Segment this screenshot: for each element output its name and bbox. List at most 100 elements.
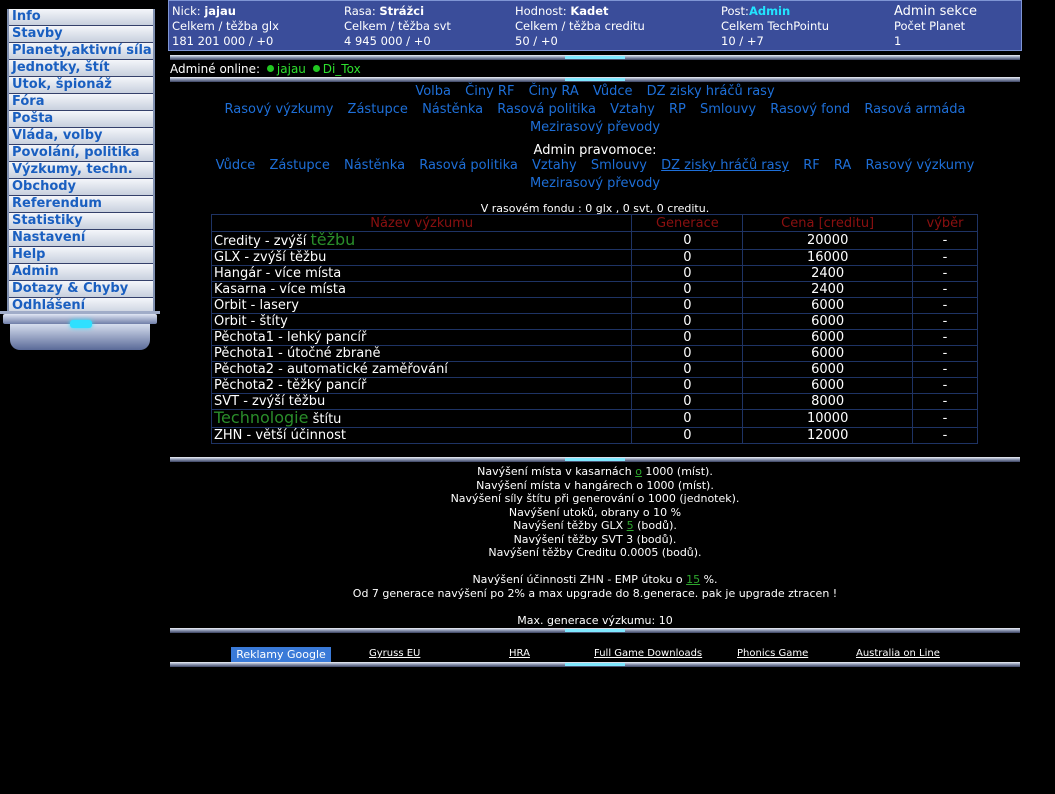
menu-item[interactable]: Info [9, 9, 153, 25]
research-select[interactable]: - [912, 281, 978, 298]
research-name: GLX - zvýší těžbu [210, 249, 633, 266]
race-nav-link[interactable]: Vůdce [593, 84, 633, 99]
research-select[interactable]: - [912, 427, 978, 444]
admin-nav-link[interactable]: Rasová politika [419, 158, 518, 173]
menu-item[interactable]: Dotazy & Chyby [9, 281, 153, 297]
ad-link[interactable]: HRA [509, 648, 530, 659]
table-row: SVT - zvýší těžbu 0 8000- [210, 393, 978, 410]
admin-nav-link[interactable]: Zástupce [269, 158, 329, 173]
ad-link[interactable]: Australia on Line [856, 648, 940, 659]
research-name-text: štítu [308, 412, 342, 427]
menu-item[interactable]: Referendum [9, 196, 153, 212]
menu-item[interactable]: Stavby [9, 26, 153, 42]
menu-item[interactable]: Planety,aktivní síla [9, 43, 153, 59]
research-select[interactable]: - [912, 329, 978, 346]
ad-link[interactable]: Full Game Downloads [594, 648, 702, 659]
research-generation: 0 [631, 297, 744, 314]
admin-nav-link[interactable]: Smlouvy [591, 158, 647, 173]
admin-nav-link[interactable]: RA [834, 158, 851, 173]
research-name-text: ZHN - větší účinnost [214, 428, 346, 443]
race-nav-link[interactable]: Rasová armáda [864, 102, 965, 117]
research-price: 8000 [742, 393, 914, 410]
research-name: Orbit - štíty [210, 313, 633, 330]
race-nav-link[interactable]: Vztahy [610, 102, 655, 117]
online-user-link[interactable]: jajau [277, 62, 306, 76]
research-name: Pěchota1 - útočné zbraně [210, 345, 633, 362]
admin-nav-link[interactable]: RF [803, 158, 820, 173]
race-nav-link[interactable]: DZ zisky hráčů rasy [647, 84, 775, 99]
google-ads-button[interactable]: Reklamy Google [231, 647, 331, 662]
race-nav-link[interactable]: Nástěnka [422, 102, 483, 117]
race-nav-link[interactable]: Smlouvy [700, 102, 756, 117]
admin-nav-link[interactable]: Nástěnka [344, 158, 405, 173]
research-generation: 0 [631, 281, 744, 298]
admin-nav-link[interactable]: Rasový výzkumy [865, 158, 974, 173]
research-select[interactable]: - [912, 377, 978, 394]
table-row: Pěchota1 - lehký pancíř 0 6000- [210, 329, 978, 346]
table-row: Pěchota1 - útočné zbraně 0 6000- [210, 345, 978, 362]
menu-item[interactable]: Vláda, volby [9, 128, 153, 144]
planets-label: Počet Planet [894, 19, 966, 33]
menu-item[interactable]: Nastavení [9, 230, 153, 246]
research-name-text: GLX - zvýší těžbu [214, 250, 327, 265]
svt-label: Celkem / těžba svt [344, 19, 451, 33]
race-nav-link[interactable]: RP [669, 102, 686, 117]
menu-item[interactable]: Povolání, politika [9, 145, 153, 161]
research-price: 6000 [742, 329, 914, 346]
admin-nav-link[interactable]: Vůdce [216, 158, 256, 173]
credit-value: 50 / +0 [515, 34, 558, 48]
admin-nav-link[interactable]: Mezirasový převody [530, 176, 660, 191]
menu-item[interactable]: Fóra [9, 94, 153, 110]
race-nav-link[interactable]: Činy RF [465, 84, 514, 99]
race-nav-link[interactable]: Volba [415, 84, 451, 99]
research-price: 16000 [742, 249, 914, 266]
menu-item[interactable]: Jednotky, štít [9, 60, 153, 76]
divider [170, 77, 1020, 82]
race-nav-link[interactable]: Rasová politika [497, 102, 596, 117]
menu-item[interactable]: Útok, špionáž [9, 77, 153, 93]
research-select[interactable]: - [912, 231, 978, 250]
research-select[interactable]: - [912, 313, 978, 330]
research-generation: 0 [631, 377, 744, 394]
menu-item[interactable]: Help [9, 247, 153, 263]
research-name: Kasarna - více místa [210, 281, 633, 298]
admin-nav-link[interactable]: Vztahy [532, 158, 577, 173]
main-menu: Info Stavby Planety,aktivní síla Jednotky, … [7, 9, 155, 315]
note-value-link[interactable]: 15 [686, 573, 700, 586]
race-nav-link[interactable]: Zástupce [348, 102, 408, 117]
menu-item[interactable]: Výzkumy, techn. [9, 162, 153, 178]
research-select[interactable]: - [912, 361, 978, 378]
research-generation: 0 [631, 409, 744, 428]
post-value[interactable]: Admin [749, 4, 790, 18]
research-select[interactable]: - [912, 393, 978, 410]
race-nav-link[interactable]: Mezirasový převody [530, 120, 660, 135]
note-value-link[interactable]: o [635, 465, 642, 478]
table-row: Credity - zvýší těžbu 0 20000- [210, 231, 978, 250]
admin-section-link[interactable]: Admin sekce [894, 4, 977, 19]
research-select[interactable]: - [912, 345, 978, 362]
race-nav-link[interactable]: Rasový fond [770, 102, 850, 117]
research-select[interactable]: - [912, 249, 978, 266]
research-name: Pěchota2 - automatické zaměřování [210, 361, 633, 378]
admin-nav-link[interactable]: DZ zisky hráčů rasy [661, 158, 789, 173]
race-nav-link[interactable]: Činy RA [529, 84, 579, 99]
menu-item[interactable]: Admin [9, 264, 153, 280]
rank-block: Hodnost: Kadet Celkem / těžba creditu 50… [515, 4, 645, 49]
ad-link[interactable]: Gyruss EU [369, 648, 420, 659]
column-header-select: výběr [912, 214, 978, 232]
menu-item[interactable]: Statistiky [9, 213, 153, 229]
research-select[interactable]: - [912, 297, 978, 314]
research-price: 6000 [742, 345, 914, 362]
menu-item[interactable]: Obchody [9, 179, 153, 195]
research-generation: 0 [631, 313, 744, 330]
race-nav-link[interactable]: Rasový výzkumy [225, 102, 334, 117]
table-row: Pěchota2 - automatické zaměřování 0 6000- [210, 361, 978, 378]
research-select[interactable]: - [912, 409, 978, 428]
note-line: Navýšení utoků, obrany o 10 % [170, 506, 1020, 520]
research-select[interactable]: - [912, 265, 978, 282]
menu-item[interactable]: Pošta [9, 111, 153, 127]
note-value-link[interactable]: 5 [627, 519, 634, 532]
ad-link[interactable]: Phonics Game [737, 648, 808, 659]
race-value: Strážci [379, 4, 425, 18]
online-user-link[interactable]: Di_Tox [323, 62, 361, 76]
